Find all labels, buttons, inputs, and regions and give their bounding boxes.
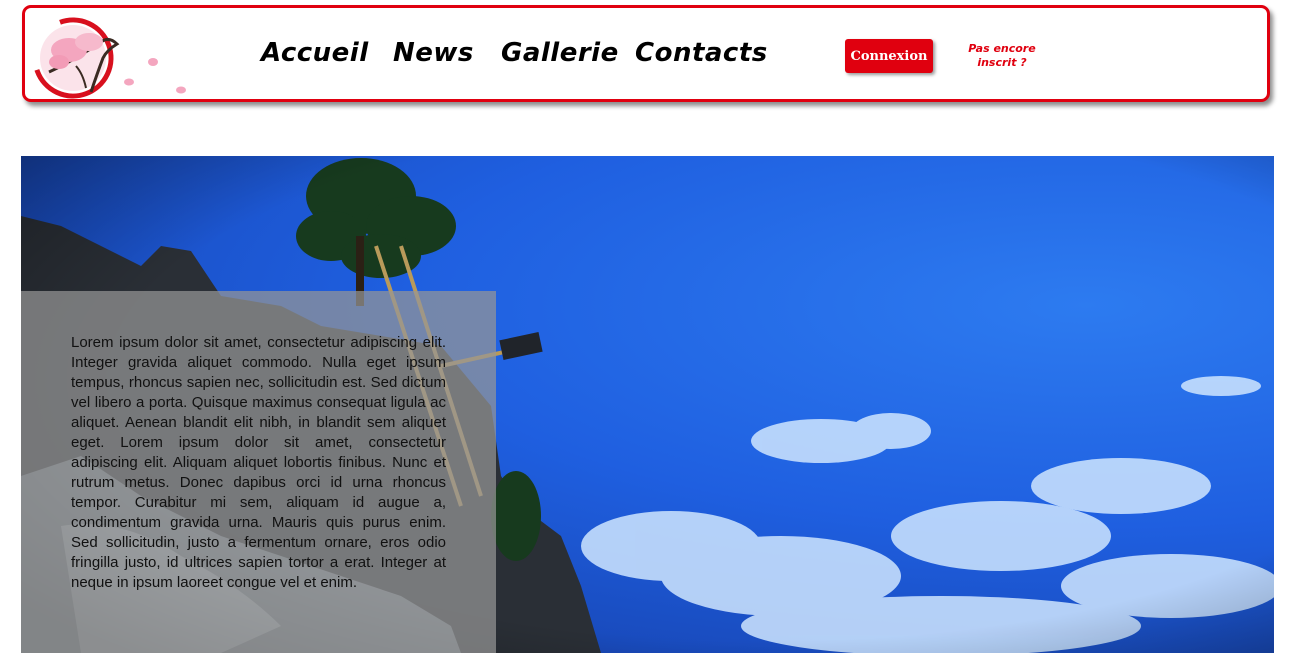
- login-button[interactable]: Connexion: [845, 39, 933, 73]
- nav-item-news[interactable]: News: [393, 38, 474, 68]
- intro-text-panel: Lorem ipsum dolor sit amet, consectetur …: [21, 291, 496, 653]
- cherry-blossom-logo[interactable]: [31, 14, 191, 100]
- hero-banner: Lorem ipsum dolor sit amet, consectetur …: [21, 156, 1274, 653]
- signup-link[interactable]: Pas encore inscrit ?: [960, 42, 1044, 70]
- nav-item-contacts[interactable]: Contacts: [635, 38, 768, 68]
- nav-item-accueil[interactable]: Accueil: [261, 38, 369, 68]
- nav-item-gallerie[interactable]: Gallerie: [501, 38, 619, 68]
- site-header: Accueil News Gallerie Contacts Connexion…: [22, 5, 1270, 102]
- intro-paragraph: Lorem ipsum dolor sit amet, consectetur …: [71, 334, 446, 591]
